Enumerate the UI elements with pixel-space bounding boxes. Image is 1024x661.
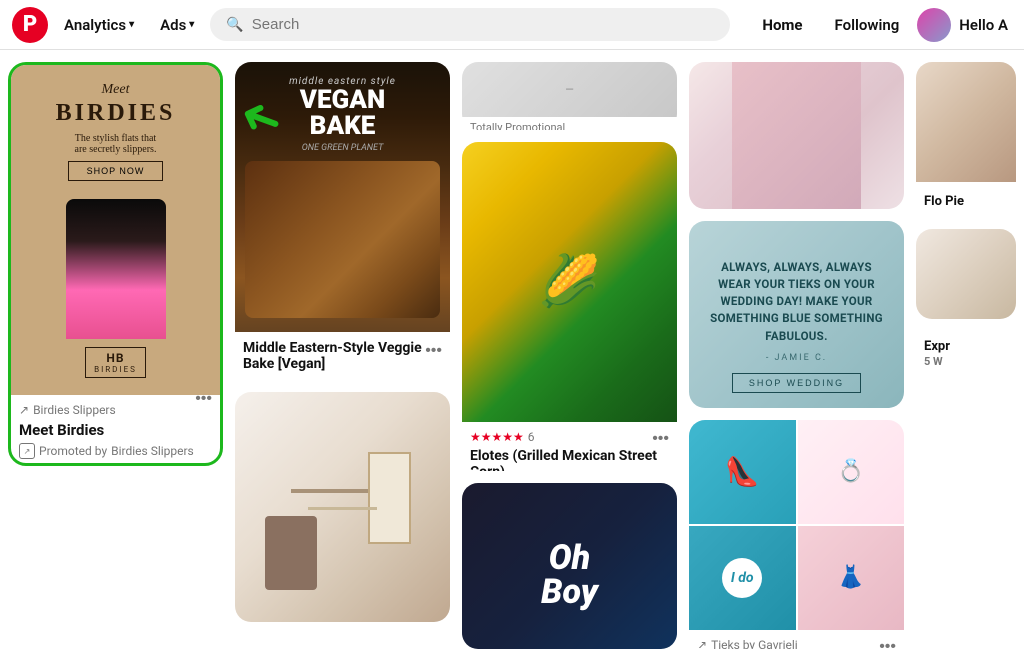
corn-title: Elotes (Grilled Mexican Street Corn) <box>470 448 669 470</box>
birdies-image: Meet BIRDIES The stylish flats thatare s… <box>11 65 220 395</box>
birdies-promoted-by: Birdies Slippers <box>111 444 194 458</box>
birdies-meet: Meet <box>56 82 176 98</box>
pin-far-right-expr[interactable]: Expr5 W <box>916 331 1016 377</box>
corn-more-button[interactable]: ••• <box>652 430 669 448</box>
pin-vegan-bake[interactable]: middle eastern style VEGANBAKE ONE GREEN… <box>235 62 450 380</box>
search-bar[interactable]: 🔍 <box>210 8 730 41</box>
pin-tieks[interactable]: 👠 💍 I do 👗 ↗ Tieks by Gavrieli Something… <box>689 420 904 649</box>
pin-totally-promo[interactable]: — Totally Promotional <box>462 62 677 130</box>
home-label: Home <box>762 16 802 34</box>
vegan-info: Middle Eastern-Style Veggie Bake [Vegan] <box>235 332 450 380</box>
corn-image: 🌽 <box>462 142 677 422</box>
header-right: Home Following Hello A <box>748 8 1012 42</box>
wedding-author: - JAMIE C. <box>766 353 827 363</box>
following-nav[interactable]: Following <box>821 8 914 42</box>
vegan-title: Middle Eastern-Style Veggie Bake [Vegan] <box>243 340 442 372</box>
vegan-source: ONE GREEN PLANET <box>245 143 440 153</box>
birdies-more-button[interactable]: ••• <box>195 390 212 408</box>
birdies-source-row: ↗ Birdies Slippers <box>19 403 212 417</box>
pin-corn[interactable]: 🌽 ★★★★★ 6 Elotes (Grilled Mexican Street… <box>462 142 677 470</box>
tieks-more-button[interactable]: ••• <box>879 638 896 649</box>
totally-promo-image: — <box>462 62 677 117</box>
column-5: Flo Pie Expr5 W <box>916 62 1016 649</box>
pin-birdies[interactable]: Meet BIRDIES The stylish flats thatare s… <box>8 62 223 466</box>
vegan-food-image <box>245 161 440 318</box>
far-right-image-1 <box>916 62 1016 182</box>
ads-label: Ads <box>160 16 186 34</box>
tieks-cell-3: I do <box>689 526 796 630</box>
top-right-image <box>689 62 904 209</box>
column-2: middle eastern style VEGANBAKE ONE GREEN… <box>235 62 450 649</box>
pin-wedding-quote[interactable]: ALWAYS, ALWAYS, ALWAYS WEAR YOUR TIEKS O… <box>689 221 904 408</box>
column-4: ALWAYS, ALWAYS, ALWAYS WEAR YOUR TIEKS O… <box>689 62 904 649</box>
pin-interior[interactable] <box>235 392 450 622</box>
redirect-icon-2: ↗ <box>697 638 707 649</box>
far-right-label-expr: Expr5 W <box>916 331 1016 377</box>
birdies-shoe-image <box>66 199 166 339</box>
tieks-collage-image: 👠 💍 I do 👗 <box>689 420 904 630</box>
pin-top-right[interactable] <box>689 62 904 209</box>
ads-nav[interactable]: Ads ▾ <box>150 10 204 40</box>
vegan-more-button[interactable]: ••• <box>425 342 442 360</box>
stars-icon: ★★★★★ <box>470 430 524 444</box>
birdies-source: Birdies Slippers <box>33 403 116 417</box>
promoted-icon: ↗ <box>19 443 35 459</box>
oh-boy-text: OhBoy <box>541 541 598 609</box>
analytics-label: Analytics <box>64 16 126 34</box>
tieks-cell-2: 💍 <box>798 420 905 524</box>
birdies-pin-info: ↗ Birdies Slippers Meet Birdies ↗ Promot… <box>11 395 220 463</box>
oh-boy-image: OhBoy <box>462 483 677 649</box>
wedding-quote-text: ALWAYS, ALWAYS, ALWAYS WEAR YOUR TIEKS O… <box>709 259 884 345</box>
corn-rating-count: 6 <box>528 430 535 444</box>
tieks-cell-1: 👠 <box>689 420 796 524</box>
pin-far-right-top[interactable]: Flo Pie <box>916 62 1016 217</box>
promoted-label: Promoted by <box>39 444 107 458</box>
analytics-chevron-icon: ▾ <box>129 19 134 30</box>
vegan-image: middle eastern style VEGANBAKE ONE GREEN… <box>235 62 450 332</box>
main-content: Meet BIRDIES The stylish flats thatare s… <box>0 50 1024 661</box>
birdies-shop-button[interactable]: SHOP NOW <box>68 161 164 181</box>
far-right-info: Flo Pie <box>916 182 1016 217</box>
tieks-source: Tieks by Gavrieli <box>711 638 798 649</box>
column-1: Meet BIRDIES The stylish flats thatare s… <box>8 62 223 649</box>
analytics-nav[interactable]: Analytics ▾ <box>54 10 144 40</box>
far-right-title: Flo Pie <box>924 194 964 209</box>
following-label: Following <box>835 16 900 34</box>
column-3: — Totally Promotional 🌽 ★★★★★ 6 Elotes (… <box>462 62 677 649</box>
header: P Analytics ▾ Ads ▾ 🔍 Home Following Hel… <box>0 0 1024 50</box>
hello-user: Hello A <box>955 16 1012 34</box>
birdies-name: BIRDIES <box>56 100 176 127</box>
birdies-promoted: ↗ Promoted by Birdies Slippers <box>19 443 212 459</box>
pin-oh-boy[interactable]: OhBoy <box>462 483 677 649</box>
tieks-info: ↗ Tieks by Gavrieli Something Tiek Blue … <box>689 630 904 649</box>
birdies-logo-box: HB BIRDIES <box>85 347 146 378</box>
wedding-shop-label: SHOP WEDDING <box>749 378 844 388</box>
vegan-text-block: middle eastern style VEGANBAKE ONE GREEN… <box>245 76 440 153</box>
redirect-icon: ↗ <box>19 403 29 417</box>
birdies-desc: The stylish flats thatare secretly slipp… <box>56 133 176 155</box>
pinterest-logo[interactable]: P <box>12 7 48 43</box>
search-input[interactable] <box>252 16 715 33</box>
birdies-title: Meet Birdies <box>19 421 212 439</box>
wedding-image: ALWAYS, ALWAYS, ALWAYS WEAR YOUR TIEKS O… <box>689 221 904 408</box>
corn-stars-row: ★★★★★ 6 <box>470 430 669 444</box>
far-right-image-2 <box>916 229 1016 319</box>
ads-chevron-icon: ▾ <box>189 19 194 30</box>
corn-info: ★★★★★ 6 Elotes (Grilled Mexican Street C… <box>462 422 677 470</box>
pin-far-right-label[interactable] <box>916 229 1016 319</box>
interior-image <box>235 392 450 622</box>
home-nav[interactable]: Home <box>748 8 816 42</box>
tieks-cell-4: 👗 <box>798 526 905 630</box>
totally-promo-label: Totally Promotional <box>462 117 677 130</box>
avatar[interactable] <box>917 8 951 42</box>
birdies-text-block: Meet BIRDIES The stylish flats thatare s… <box>56 82 176 191</box>
search-icon: 🔍 <box>226 17 243 33</box>
vegan-main-title: VEGANBAKE <box>245 87 440 139</box>
wedding-shop-button[interactable]: SHOP WEDDING <box>732 373 861 393</box>
tieks-source-row: ↗ Tieks by Gavrieli <box>697 638 896 649</box>
